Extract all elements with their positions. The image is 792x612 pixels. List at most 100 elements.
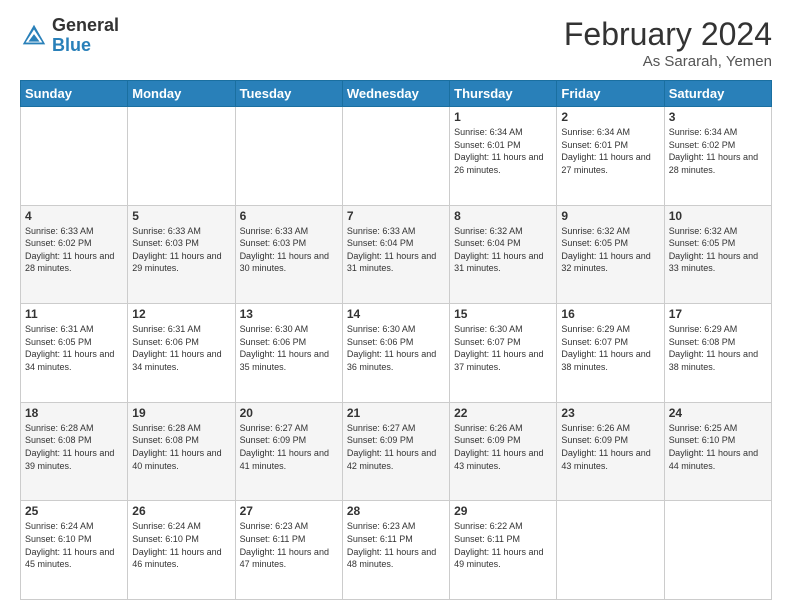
day-info: Sunrise: 6:31 AM Sunset: 6:05 PM Dayligh…	[25, 323, 123, 373]
calendar-cell: 22 Sunrise: 6:26 AM Sunset: 6:09 PM Dayli…	[450, 402, 557, 501]
day-number: 24	[669, 406, 767, 420]
day-info: Sunrise: 6:34 AM Sunset: 6:01 PM Dayligh…	[561, 126, 659, 176]
calendar-cell	[235, 107, 342, 206]
calendar-header-row: SundayMondayTuesdayWednesdayThursdayFrid…	[21, 81, 772, 107]
day-info: Sunrise: 6:29 AM Sunset: 6:08 PM Dayligh…	[669, 323, 767, 373]
calendar-cell: 13Sunrise: 6:30 AM Sunset: 6:06 PM Dayli…	[235, 304, 342, 403]
day-number: 16	[561, 307, 659, 321]
calendar-cell	[557, 501, 664, 600]
calendar-cell: 6Sunrise: 6:33 AM Sunset: 6:03 PM Daylig…	[235, 205, 342, 304]
calendar-cell: 15 Sunrise: 6:30 AM Sunset: 6:07 PM Dayli…	[450, 304, 557, 403]
calendar-week-row: 18 Sunrise: 6:28 AM Sunset: 6:08 PM Dayli…	[21, 402, 772, 501]
day-info: Sunrise: 6:31 AM Sunset: 6:06 PM Dayligh…	[132, 323, 230, 373]
calendar-day-header: Wednesday	[342, 81, 449, 107]
day-info: Sunrise: 6:23 AM Sunset: 6:11 PM Dayligh…	[347, 520, 445, 570]
day-number: 29	[454, 504, 552, 518]
calendar-cell: 19 Sunrise: 6:28 AM Sunset: 6:08 PM Dayli…	[128, 402, 235, 501]
day-number: 25	[25, 504, 123, 518]
day-info: Sunrise: 6:32 AM Sunset: 6:04 PM Dayligh…	[454, 225, 552, 275]
calendar-week-row: 4Sunrise: 6:33 AM Sunset: 6:02 PM Daylig…	[21, 205, 772, 304]
calendar-cell: 7 Sunrise: 6:33 AM Sunset: 6:04 PM Daylig…	[342, 205, 449, 304]
day-info: Sunrise: 6:28 AM Sunset: 6:08 PM Dayligh…	[25, 422, 123, 472]
day-number: 14	[347, 307, 445, 321]
calendar-cell	[128, 107, 235, 206]
calendar-cell: 10 Sunrise: 6:32 AM Sunset: 6:05 PM Dayli…	[664, 205, 771, 304]
day-number: 21	[347, 406, 445, 420]
day-number: 26	[132, 504, 230, 518]
day-info: Sunrise: 6:33 AM Sunset: 6:03 PM Dayligh…	[240, 225, 338, 275]
calendar-cell: 14 Sunrise: 6:30 AM Sunset: 6:06 PM Dayli…	[342, 304, 449, 403]
calendar-cell: 18 Sunrise: 6:28 AM Sunset: 6:08 PM Dayli…	[21, 402, 128, 501]
page: General Blue February 2024 As Sararah, Y…	[0, 0, 792, 612]
calendar-day-header: Saturday	[664, 81, 771, 107]
calendar-cell: 24 Sunrise: 6:25 AM Sunset: 6:10 PM Dayli…	[664, 402, 771, 501]
day-info: Sunrise: 6:34 AM Sunset: 6:01 PM Dayligh…	[454, 126, 552, 176]
day-info: Sunrise: 6:33 AM Sunset: 6:03 PM Dayligh…	[132, 225, 230, 275]
calendar-cell: 8Sunrise: 6:32 AM Sunset: 6:04 PM Daylig…	[450, 205, 557, 304]
title-block: February 2024 As Sararah, Yemen	[564, 16, 772, 70]
calendar-day-header: Sunday	[21, 81, 128, 107]
day-info: Sunrise: 6:27 AM Sunset: 6:09 PM Dayligh…	[240, 422, 338, 472]
day-info: Sunrise: 6:32 AM Sunset: 6:05 PM Dayligh…	[669, 225, 767, 275]
day-info: Sunrise: 6:30 AM Sunset: 6:07 PM Dayligh…	[454, 323, 552, 373]
day-number: 2	[561, 110, 659, 124]
calendar-week-row: 25 Sunrise: 6:24 AM Sunset: 6:10 PM Dayli…	[21, 501, 772, 600]
day-info: Sunrise: 6:27 AM Sunset: 6:09 PM Dayligh…	[347, 422, 445, 472]
day-info: Sunrise: 6:28 AM Sunset: 6:08 PM Dayligh…	[132, 422, 230, 472]
day-number: 15	[454, 307, 552, 321]
calendar-day-header: Monday	[128, 81, 235, 107]
day-info: Sunrise: 6:29 AM Sunset: 6:07 PM Dayligh…	[561, 323, 659, 373]
location-title: As Sararah, Yemen	[564, 53, 772, 70]
logo-text: General Blue	[52, 16, 119, 56]
day-number: 22	[454, 406, 552, 420]
day-number: 3	[669, 110, 767, 124]
day-info: Sunrise: 6:33 AM Sunset: 6:02 PM Dayligh…	[25, 225, 123, 275]
day-info: Sunrise: 6:24 AM Sunset: 6:10 PM Dayligh…	[132, 520, 230, 570]
calendar-cell: 20 Sunrise: 6:27 AM Sunset: 6:09 PM Dayli…	[235, 402, 342, 501]
day-number: 5	[132, 209, 230, 223]
calendar-cell: 28 Sunrise: 6:23 AM Sunset: 6:11 PM Dayli…	[342, 501, 449, 600]
day-number: 13	[240, 307, 338, 321]
calendar-cell	[342, 107, 449, 206]
day-info: Sunrise: 6:25 AM Sunset: 6:10 PM Dayligh…	[669, 422, 767, 472]
calendar-cell: 23Sunrise: 6:26 AM Sunset: 6:09 PM Dayli…	[557, 402, 664, 501]
logo-general: General	[52, 16, 119, 36]
calendar-week-row: 11Sunrise: 6:31 AM Sunset: 6:05 PM Dayli…	[21, 304, 772, 403]
calendar-day-header: Friday	[557, 81, 664, 107]
day-info: Sunrise: 6:26 AM Sunset: 6:09 PM Dayligh…	[454, 422, 552, 472]
logo: General Blue	[20, 16, 119, 56]
calendar-cell: 16 Sunrise: 6:29 AM Sunset: 6:07 PM Dayli…	[557, 304, 664, 403]
day-number: 9	[561, 209, 659, 223]
day-info: Sunrise: 6:32 AM Sunset: 6:05 PM Dayligh…	[561, 225, 659, 275]
day-info: Sunrise: 6:24 AM Sunset: 6:10 PM Dayligh…	[25, 520, 123, 570]
calendar-week-row: 1 Sunrise: 6:34 AM Sunset: 6:01 PM Daylig…	[21, 107, 772, 206]
calendar-cell: 29 Sunrise: 6:22 AM Sunset: 6:11 PM Dayli…	[450, 501, 557, 600]
day-number: 28	[347, 504, 445, 518]
day-number: 10	[669, 209, 767, 223]
day-info: Sunrise: 6:23 AM Sunset: 6:11 PM Dayligh…	[240, 520, 338, 570]
header: General Blue February 2024 As Sararah, Y…	[20, 16, 772, 70]
calendar-cell: 1 Sunrise: 6:34 AM Sunset: 6:01 PM Daylig…	[450, 107, 557, 206]
day-info: Sunrise: 6:26 AM Sunset: 6:09 PM Dayligh…	[561, 422, 659, 472]
calendar-table: SundayMondayTuesdayWednesdayThursdayFrid…	[20, 80, 772, 600]
day-number: 17	[669, 307, 767, 321]
day-info: Sunrise: 6:30 AM Sunset: 6:06 PM Dayligh…	[347, 323, 445, 373]
calendar-cell: 4Sunrise: 6:33 AM Sunset: 6:02 PM Daylig…	[21, 205, 128, 304]
day-info: Sunrise: 6:33 AM Sunset: 6:04 PM Dayligh…	[347, 225, 445, 275]
day-number: 19	[132, 406, 230, 420]
calendar-cell	[21, 107, 128, 206]
day-number: 1	[454, 110, 552, 124]
calendar-day-header: Tuesday	[235, 81, 342, 107]
calendar-cell: 21 Sunrise: 6:27 AM Sunset: 6:09 PM Dayli…	[342, 402, 449, 501]
logo-blue: Blue	[52, 36, 119, 56]
calendar-cell: 3Sunrise: 6:34 AM Sunset: 6:02 PM Daylig…	[664, 107, 771, 206]
day-number: 20	[240, 406, 338, 420]
calendar-cell: 25 Sunrise: 6:24 AM Sunset: 6:10 PM Dayli…	[21, 501, 128, 600]
day-number: 18	[25, 406, 123, 420]
calendar-cell: 12 Sunrise: 6:31 AM Sunset: 6:06 PM Dayli…	[128, 304, 235, 403]
calendar-cell: 2 Sunrise: 6:34 AM Sunset: 6:01 PM Daylig…	[557, 107, 664, 206]
day-number: 12	[132, 307, 230, 321]
day-number: 7	[347, 209, 445, 223]
calendar-cell: 17 Sunrise: 6:29 AM Sunset: 6:08 PM Dayli…	[664, 304, 771, 403]
day-info: Sunrise: 6:22 AM Sunset: 6:11 PM Dayligh…	[454, 520, 552, 570]
